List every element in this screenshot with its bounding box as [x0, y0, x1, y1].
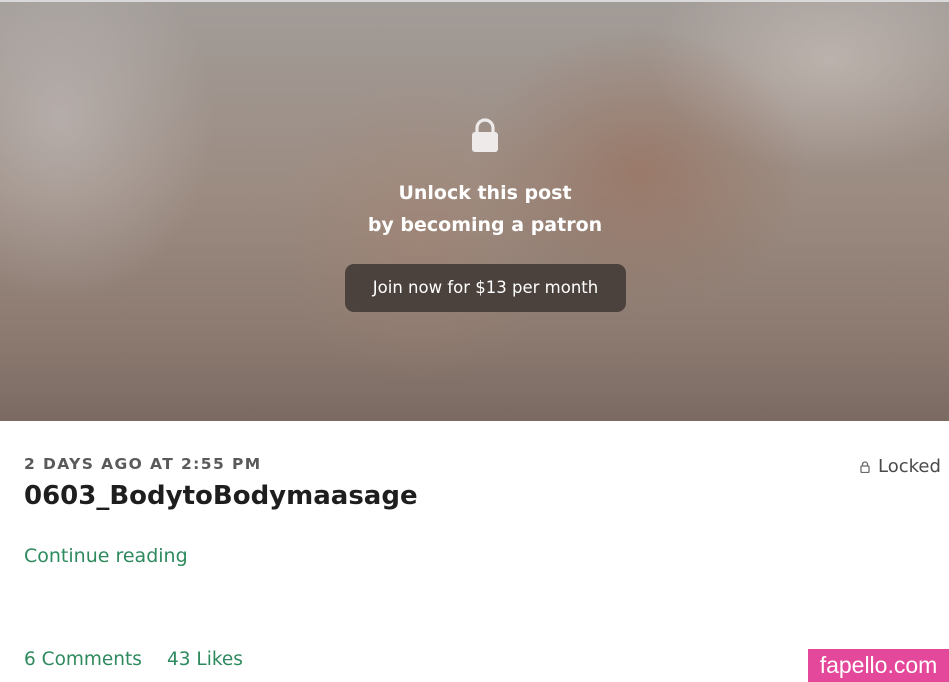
- unlock-heading: Unlock this post: [398, 182, 572, 204]
- divider: [0, 0, 949, 2]
- locked-label: Locked: [878, 456, 941, 477]
- comments-link[interactable]: 6 Comments: [24, 649, 142, 670]
- continue-reading-link[interactable]: Continue reading: [24, 545, 188, 567]
- post-title[interactable]: 0603_BodytoBodymaasage: [24, 481, 418, 511]
- lock-icon: [472, 118, 498, 152]
- post-date: 2 DAYS AGO AT 2:55 PM: [24, 455, 262, 473]
- join-button[interactable]: Join now for $13 per month: [345, 264, 626, 312]
- watermark: fapello.com: [808, 649, 949, 682]
- unlock-subheading: by becoming a patron: [367, 214, 603, 236]
- blurred-preview-image: Unlock this post by becoming a patron Jo…: [0, 0, 949, 421]
- likes-link[interactable]: 43 Likes: [167, 649, 243, 670]
- lock-icon: [860, 460, 870, 473]
- post-page: Unlock this post by becoming a patron Jo…: [0, 0, 949, 682]
- locked-badge: Locked: [860, 456, 941, 477]
